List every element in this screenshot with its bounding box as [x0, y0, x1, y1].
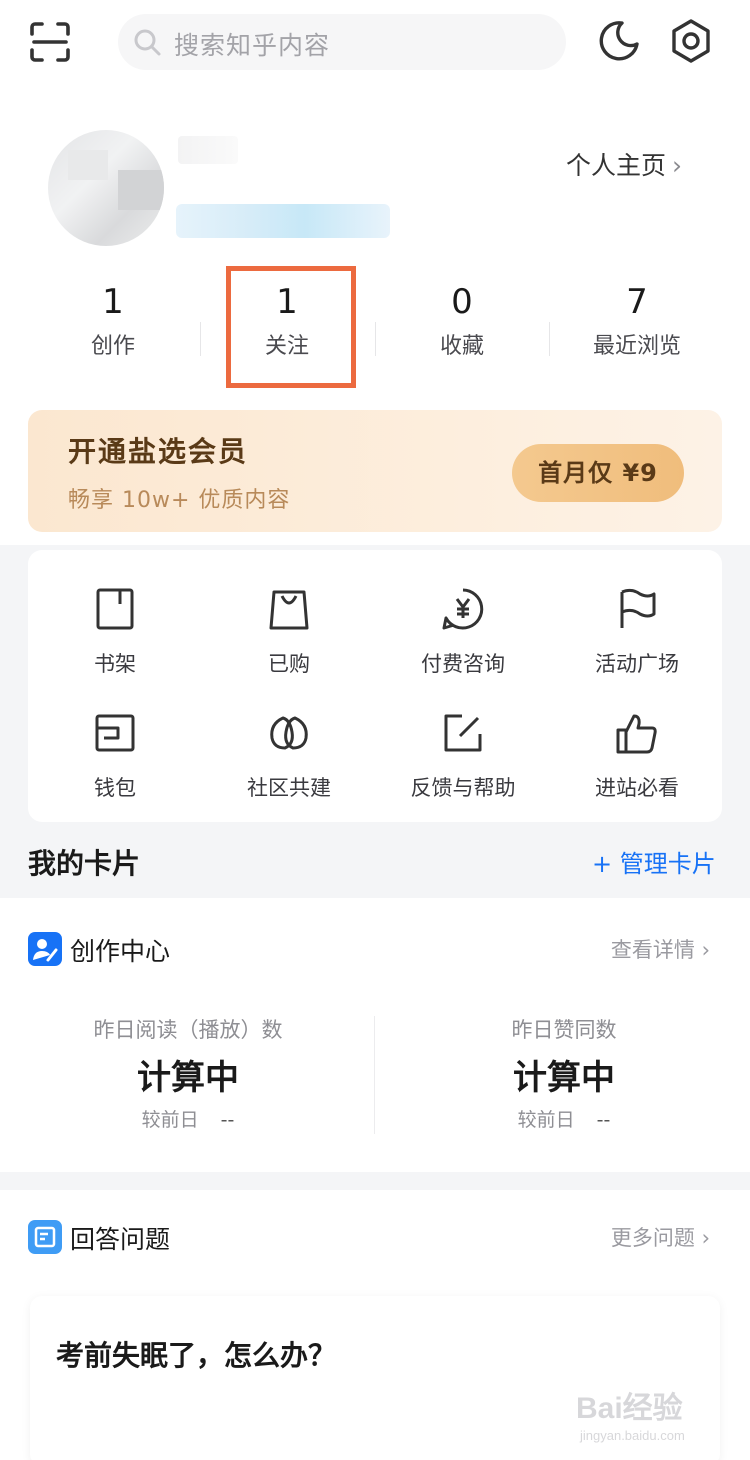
my-cards-title: 我的卡片: [28, 847, 141, 880]
edit-doc-icon: [34, 1226, 56, 1248]
profile-link[interactable]: 个人主页 ›: [566, 146, 682, 182]
gear-icon[interactable]: [668, 18, 714, 64]
grid-item-bookshelf[interactable]: 书架: [28, 586, 202, 706]
answer-questions-more-link[interactable]: 更多问题 ›: [611, 1222, 710, 1252]
stat-divider: [375, 322, 376, 356]
watermark-text: Bai经验: [576, 1391, 683, 1425]
user-badge-blurred: [176, 204, 390, 238]
feedback-icon: [444, 714, 482, 752]
grid-item-feedback[interactable]: 反馈与帮助: [376, 710, 550, 830]
vip-subtitle: 畅享 10w+ 优质内容: [68, 488, 291, 513]
metric-upvotes[interactable]: 昨日赞同数 计算中 较前日 --: [414, 1014, 714, 1132]
search-input[interactable]: 搜索知乎内容: [118, 14, 566, 70]
metric-value: 计算中: [137, 1058, 239, 1098]
grid-item-purchased[interactable]: 已购: [202, 586, 376, 706]
profile-link-label: 个人主页: [566, 151, 667, 180]
metric-compare-label: 较前日: [141, 1109, 199, 1131]
metric-label: 昨日赞同数: [511, 1018, 617, 1042]
shortcut-grid: 书架 已购 付费咨询 活动广场 钱包 社区共建 反馈与帮助 进站必看: [28, 550, 722, 822]
grid-item-events[interactable]: 活动广场: [550, 586, 724, 706]
vip-banner[interactable]: 开通盐选会员 畅享 10w+ 优质内容 首月仅 ¥9: [28, 410, 722, 532]
avatar[interactable]: [48, 130, 164, 246]
metric-value: 计算中: [513, 1058, 615, 1098]
creation-center-title: 创作中心: [70, 937, 171, 966]
flag-icon: [620, 588, 656, 628]
answer-questions-icon: [28, 1220, 62, 1254]
vip-title: 开通盐选会员: [68, 435, 249, 468]
highlight-annotation-box: [226, 266, 356, 388]
pen-user-icon: [33, 939, 58, 962]
paid-consult-icon: [442, 588, 484, 630]
grid-item-label: 反馈与帮助: [410, 776, 516, 800]
stat-label: 最近浏览: [592, 334, 681, 359]
search-placeholder: 搜索知乎内容: [174, 31, 331, 60]
stat-label: 创作: [90, 334, 135, 359]
metric-compare-value: --: [596, 1109, 611, 1131]
metric-divider: [374, 1016, 375, 1134]
metric-reads[interactable]: 昨日阅读（播放）数 计算中 较前日 --: [38, 1014, 338, 1132]
bookshelf-icon: [96, 588, 134, 630]
grid-item-label: 活动广场: [595, 652, 679, 676]
stat-creations[interactable]: 1 创作: [48, 282, 178, 360]
community-icon: [270, 716, 308, 750]
stat-label: 收藏: [439, 334, 484, 359]
creation-center-more-link[interactable]: 查看详情 ›: [611, 934, 710, 964]
grid-item-wallet[interactable]: 钱包: [28, 710, 202, 830]
stat-value: 7: [626, 282, 648, 322]
grid-item-label: 书架: [94, 652, 136, 676]
creation-center-card: 创作中心 查看详情 › 昨日阅读（播放）数 计算中 较前日 -- 昨日赞同数 计算…: [0, 898, 750, 1172]
question-title: 考前失眠了，怎么办？: [56, 1339, 337, 1372]
stat-divider: [549, 322, 550, 356]
scan-icon[interactable]: [28, 20, 72, 64]
metric-compare-label: 较前日: [517, 1109, 575, 1131]
metric-compare: 较前日 --: [38, 1105, 338, 1132]
watermark-subtext: jingyan.baidu.com: [579, 1428, 685, 1443]
answer-questions-title: 回答问题: [70, 1225, 171, 1254]
wallet-icon: [95, 714, 135, 752]
stat-divider: [200, 322, 201, 356]
top-bar: 搜索知乎内容: [0, 0, 750, 90]
chevron-right-icon: ›: [672, 151, 683, 180]
grid-item-label: 进站必看: [595, 776, 679, 800]
stat-value: 1: [102, 282, 124, 322]
manage-cards-button[interactable]: + 管理卡片: [592, 844, 716, 879]
stat-favorites[interactable]: 0 收藏: [397, 282, 527, 360]
metric-compare-value: --: [220, 1109, 235, 1131]
creation-center-icon: [28, 932, 62, 966]
avatar-blur-block: [118, 170, 164, 210]
moon-icon[interactable]: [596, 18, 642, 64]
grid-item-label: 社区共建: [247, 776, 331, 800]
search-icon: [134, 29, 161, 56]
avatar-blur-block: [68, 150, 108, 180]
grid-item-label: 已购: [268, 652, 310, 676]
grid-item-label: 付费咨询: [421, 652, 505, 676]
grid-item-community[interactable]: 社区共建: [202, 710, 376, 830]
stat-recent[interactable]: 7 最近浏览: [572, 282, 702, 360]
grid-item-label: 钱包: [94, 776, 136, 800]
stat-value: 0: [451, 282, 473, 322]
metric-compare: 较前日 --: [414, 1105, 714, 1132]
username-blurred: [178, 136, 238, 164]
thumbs-up-icon: [616, 714, 657, 754]
metric-label: 昨日阅读（播放）数: [93, 1018, 283, 1042]
grid-item-must-read[interactable]: 进站必看: [550, 710, 724, 830]
watermark-logo: Bai经验 jingyan.baidu.com: [576, 1391, 685, 1443]
grid-item-paid-consult[interactable]: 付费咨询: [376, 586, 550, 706]
vip-subscribe-button[interactable]: 首月仅 ¥9: [512, 444, 684, 502]
shopping-bag-icon: [269, 590, 309, 630]
